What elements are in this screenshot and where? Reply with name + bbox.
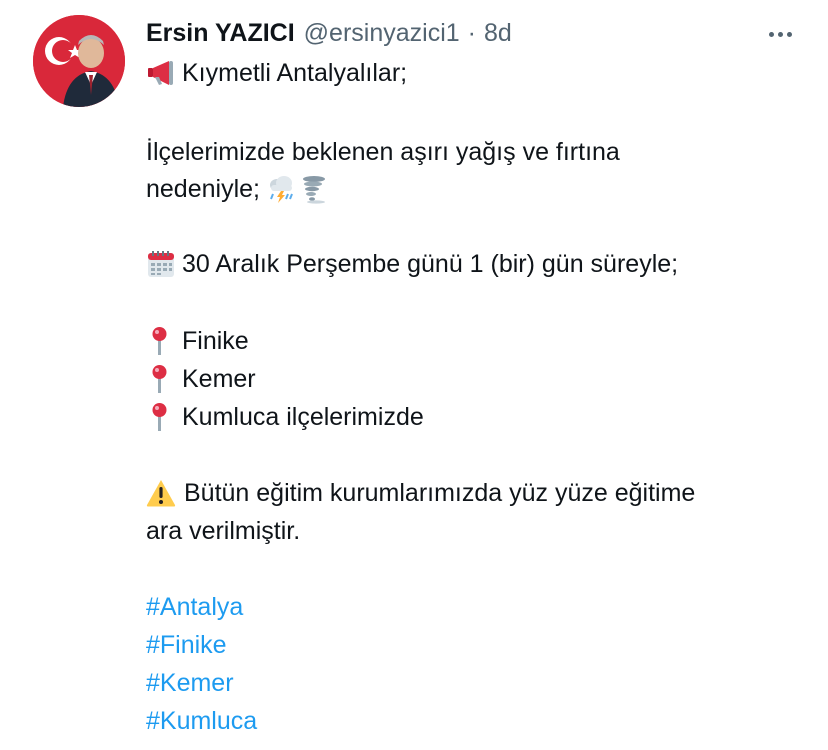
user-handle[interactable]: @ersinyazici1 <box>304 16 460 50</box>
text-line: nedeniyle; <box>146 170 328 208</box>
text-line: ara verilmiştir. <box>146 517 301 545</box>
date-line: 30 Aralık Perşembe günü 1 (bir) gün süre… <box>146 245 678 283</box>
hashtag-link[interactable]: #Kemer <box>146 664 234 702</box>
round-pushpin-icon <box>146 402 172 432</box>
hashtag-link-kemer[interactable]: #Kemer <box>146 664 234 702</box>
list-item: Kumluca ilçelerimizde <box>146 398 424 436</box>
hashtag-link[interactable]: #Finike <box>146 626 227 664</box>
display-name[interactable]: Ersin YAZICI <box>146 16 295 50</box>
hashtag-link-finike[interactable]: #Finike <box>146 626 227 664</box>
megaphone-icon <box>146 58 176 88</box>
cloud-lightning-rain-icon <box>266 174 296 204</box>
more-options-icon[interactable] <box>760 24 800 44</box>
calendar-icon <box>146 249 176 279</box>
round-pushpin-icon <box>146 364 172 394</box>
hashtag-link-antalya[interactable]: #Antalya <box>146 588 243 626</box>
greeting-line: Kıymetli Antalyalılar; <box>146 54 407 92</box>
hashtag-link-kumluca[interactable]: #Kumluca <box>146 702 257 740</box>
hashtag-link[interactable]: #Antalya <box>146 588 243 626</box>
warning-line: Bütün eğitim kurumlarımızda yüz yüze eği… <box>146 474 695 512</box>
tweet-time[interactable]: 8d <box>484 16 512 50</box>
hashtag-link[interactable]: #Kumluca <box>146 702 257 740</box>
warning-icon <box>146 478 176 508</box>
round-pushpin-icon <box>146 326 172 356</box>
tornado-icon <box>298 174 328 204</box>
list-item: Kemer <box>146 360 256 398</box>
avatar-image <box>33 15 125 107</box>
avatar[interactable] <box>33 15 125 107</box>
tweet[interactable]: Ersin YAZICI @ersinyazici1 · 8d Kıymetli… <box>0 0 828 750</box>
list-item: Finike <box>146 322 249 360</box>
greeting-text: Kıymetli Antalyalılar; <box>182 59 408 87</box>
tweet-header: Ersin YAZICI @ersinyazici1 · 8d <box>146 16 512 50</box>
separator-dot: · <box>467 19 476 47</box>
text-line: İlçelerimizde beklenen aşırı yağış ve fı… <box>146 138 620 166</box>
